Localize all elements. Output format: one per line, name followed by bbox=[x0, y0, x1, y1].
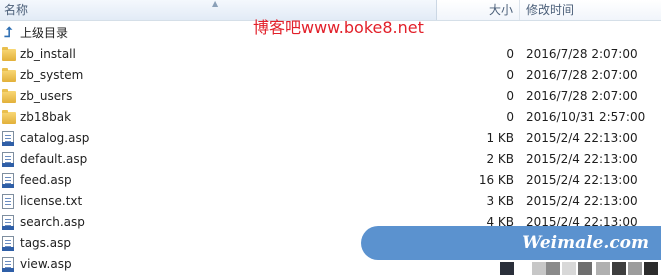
asp-file-icon bbox=[2, 215, 14, 230]
file-name: zb_users bbox=[20, 89, 73, 103]
file-row[interactable]: zb_users 0 2016/7/28 2:07:00 bbox=[0, 86, 661, 107]
file-date: 2016/7/28 2:07:00 bbox=[526, 89, 638, 103]
pixelated-overlay bbox=[500, 262, 661, 275]
parent-directory-row[interactable]: ⮥ 上级目录 bbox=[0, 23, 661, 44]
file-row[interactable]: default.asp 2 KB 2015/2/4 22:13:00 bbox=[0, 149, 661, 170]
file-date: 2016/7/28 2:07:00 bbox=[526, 47, 638, 61]
file-size: 0 bbox=[506, 47, 514, 61]
file-row[interactable]: feed.asp 16 KB 2015/2/4 22:13:00 bbox=[0, 170, 661, 191]
file-name: tags.asp bbox=[20, 236, 71, 250]
file-name: zb_install bbox=[20, 47, 76, 61]
size-column-header[interactable]: 大小 bbox=[437, 0, 520, 20]
pixel-block bbox=[562, 262, 576, 275]
file-date: 2015/2/4 22:13:00 bbox=[526, 173, 638, 187]
file-name: default.asp bbox=[20, 152, 88, 166]
up-arrow-icon: ⮥ bbox=[4, 25, 13, 41]
file-name: zb_system bbox=[20, 68, 84, 82]
file-date: 2015/2/4 22:13:00 bbox=[526, 131, 638, 145]
text-file-icon bbox=[2, 194, 14, 209]
folder-icon bbox=[2, 47, 16, 61]
file-date: 2015/2/4 22:13:00 bbox=[526, 194, 638, 208]
pixel-block bbox=[612, 262, 626, 275]
pixel-block bbox=[532, 262, 546, 275]
file-name: search.asp bbox=[20, 215, 85, 229]
file-name: view.asp bbox=[20, 257, 72, 271]
file-row[interactable]: catalog.asp 1 KB 2015/2/4 22:13:00 bbox=[0, 128, 661, 149]
file-row[interactable]: license.txt 3 KB 2015/2/4 22:13:00 bbox=[0, 191, 661, 212]
watermark-badge: Weimale.com bbox=[361, 226, 661, 260]
file-size: 0 bbox=[506, 110, 514, 124]
file-size: 2 KB bbox=[486, 152, 514, 166]
pixel-block bbox=[596, 262, 610, 275]
file-date: 2015/2/4 22:13:00 bbox=[526, 152, 638, 166]
watermark-badge-text: Weimale.com bbox=[522, 233, 649, 253]
file-name: license.txt bbox=[20, 194, 83, 208]
file-row[interactable]: zb18bak 0 2016/10/31 2:57:00 bbox=[0, 107, 661, 128]
asp-file-icon bbox=[2, 257, 14, 272]
file-date: 2016/10/31 2:57:00 bbox=[526, 110, 646, 124]
file-row[interactable]: zb_install 0 2016/7/28 2:07:00 bbox=[0, 44, 661, 65]
pixel-block bbox=[500, 262, 514, 275]
size-column-label: 大小 bbox=[488, 3, 513, 17]
asp-file-icon bbox=[2, 236, 14, 251]
file-row[interactable]: zb_system 0 2016/7/28 2:07:00 bbox=[0, 65, 661, 86]
date-column-header[interactable]: 修改时间 bbox=[520, 0, 661, 20]
file-size: 16 KB bbox=[478, 173, 514, 187]
pixel-block bbox=[644, 262, 658, 275]
file-name: catalog.asp bbox=[20, 131, 90, 145]
sort-ascending-icon: ▲ bbox=[212, 0, 219, 8]
folder-icon bbox=[2, 68, 16, 82]
asp-file-icon bbox=[2, 152, 14, 167]
folder-icon bbox=[2, 110, 16, 124]
pixel-block bbox=[628, 262, 642, 275]
file-name: feed.asp bbox=[20, 173, 72, 187]
file-size: 1 KB bbox=[486, 131, 514, 145]
pixel-block bbox=[546, 262, 560, 275]
file-size: 0 bbox=[506, 89, 514, 103]
folder-icon bbox=[2, 89, 16, 103]
file-name: zb18bak bbox=[20, 110, 72, 124]
file-date: 2016/7/28 2:07:00 bbox=[526, 68, 638, 82]
name-column-label: 名称 bbox=[4, 3, 29, 17]
asp-file-icon bbox=[2, 173, 14, 188]
file-size: 0 bbox=[506, 68, 514, 82]
asp-file-icon bbox=[2, 131, 14, 146]
date-column-label: 修改时间 bbox=[526, 3, 575, 17]
parent-directory-label: 上级目录 bbox=[20, 26, 69, 40]
pixel-block bbox=[578, 262, 592, 275]
file-size: 3 KB bbox=[486, 194, 514, 208]
